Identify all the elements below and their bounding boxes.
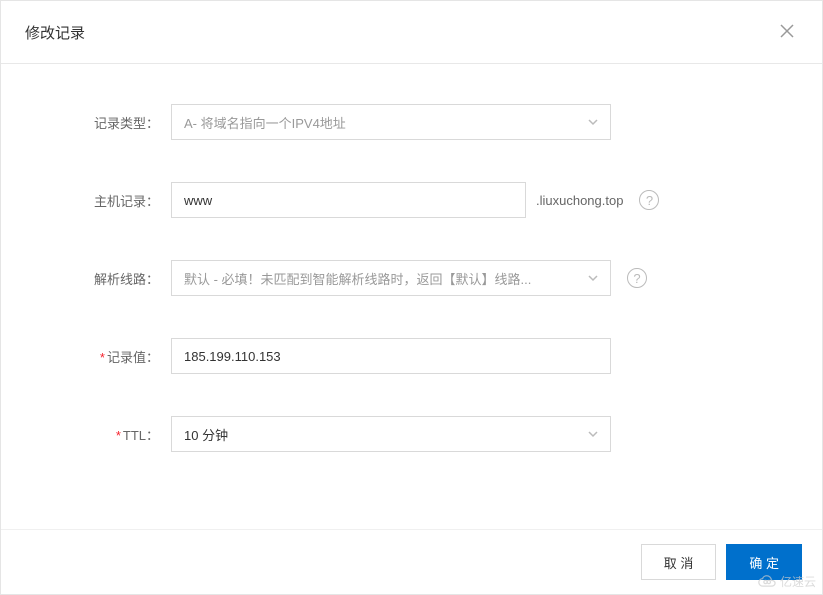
ttl-select[interactable]: 10 分钟 <box>171 416 611 452</box>
record-value-label: 记录值： <box>61 347 171 366</box>
route-control: 默认 - 必填！未匹配到智能解析线路时，返回【默认】线路... ? <box>171 260 762 296</box>
host-record-row: 主机记录： .liuxuchong.top ? <box>61 182 762 218</box>
ttl-control: 10 分钟 <box>171 416 762 452</box>
cancel-button[interactable]: 取 消 <box>641 544 717 580</box>
route-value: 默认 - 必填！未匹配到智能解析线路时，返回【默认】线路... <box>184 269 531 288</box>
modify-record-modal: 修改记录 记录类型： A- 将域名指向一个IPV4地址 主机记录： .liuxu… <box>0 0 823 595</box>
route-select[interactable]: 默认 - 必填！未匹配到智能解析线路时，返回【默认】线路... <box>171 260 611 296</box>
ttl-label: TTL： <box>61 425 171 444</box>
host-help-icon[interactable]: ? <box>639 190 659 210</box>
ttl-row: TTL： 10 分钟 <box>61 416 762 452</box>
record-value-input[interactable] <box>171 338 611 374</box>
host-record-label: 主机记录： <box>61 191 171 210</box>
modal-footer: 取 消 确 定 亿速云 <box>1 529 822 594</box>
chevron-down-icon <box>588 427 598 442</box>
ttl-value: 10 分钟 <box>184 425 228 444</box>
modal-body: 记录类型： A- 将域名指向一个IPV4地址 主机记录： .liuxuchong… <box>1 64 822 529</box>
record-type-control: A- 将域名指向一个IPV4地址 <box>171 104 762 140</box>
chevron-down-icon <box>588 115 598 130</box>
route-help-icon[interactable]: ? <box>627 268 647 288</box>
chevron-down-icon <box>588 271 598 286</box>
close-icon <box>780 24 794 38</box>
watermark: 亿速云 <box>758 573 816 590</box>
modal-header: 修改记录 <box>1 1 822 64</box>
record-type-value: A- 将域名指向一个IPV4地址 <box>184 113 346 132</box>
domain-suffix: .liuxuchong.top <box>536 193 623 208</box>
record-type-select[interactable]: A- 将域名指向一个IPV4地址 <box>171 104 611 140</box>
watermark-text: 亿速云 <box>780 573 816 590</box>
cloud-icon <box>758 575 778 589</box>
record-type-row: 记录类型： A- 将域名指向一个IPV4地址 <box>61 104 762 140</box>
record-value-row: 记录值： <box>61 338 762 374</box>
route-label: 解析线路： <box>61 269 171 288</box>
record-type-label: 记录类型： <box>61 113 171 132</box>
record-value-control <box>171 338 762 374</box>
host-record-control: .liuxuchong.top ? <box>171 182 762 218</box>
modal-title: 修改记录 <box>25 22 85 43</box>
close-button[interactable] <box>776 19 798 45</box>
route-row: 解析线路： 默认 - 必填！未匹配到智能解析线路时，返回【默认】线路... ? <box>61 260 762 296</box>
host-record-input[interactable] <box>171 182 526 218</box>
